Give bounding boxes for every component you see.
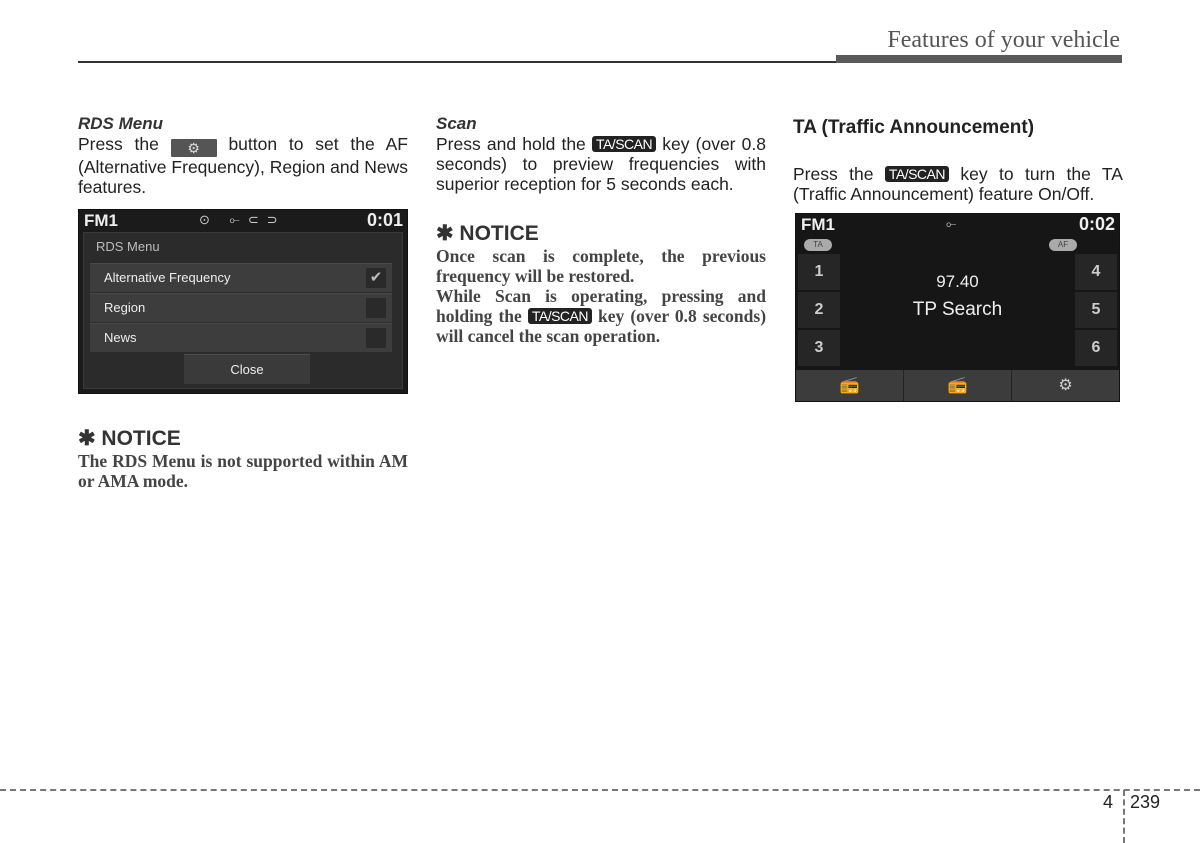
ta-indicator: TA	[804, 239, 832, 251]
header-bar	[836, 55, 1122, 63]
status-bar: FM1 ⊙ ⟜⊂⊃ 0:01	[79, 210, 407, 232]
column-ta: TA (Traffic Announcement) Press the TA/S…	[793, 116, 1123, 204]
notice-text: Once scan is complete, the previous freq…	[436, 246, 766, 286]
notice-title: ✱ NOTICE	[436, 222, 539, 245]
column-scan: Scan Press and hold the TA/SCAN key (ove…	[436, 114, 766, 346]
rds-menu-panel: RDS Menu Alternative Frequency ✔ Region …	[83, 232, 403, 389]
rds-menu-screen: FM1 ⊙ ⟜⊂⊃ 0:01 RDS Menu Alternative Freq…	[78, 209, 408, 394]
gear-icon[interactable]: ⚙	[1012, 370, 1119, 401]
radio-list-icon[interactable]: 📻	[796, 370, 904, 401]
notice-rds: ✱ NOTICE The RDS Menu is not supported w…	[78, 427, 408, 491]
section-body: Press the TA/SCAN key to turn the TA (Tr…	[793, 164, 1123, 204]
ta-scan-key-icon: TA/SCAN	[591, 136, 657, 152]
status-bar: FM1 ⟜ 0:02	[796, 214, 1119, 236]
notice-text: While Scan is operating, pressing and ho…	[436, 286, 766, 346]
clock: 0:02	[1078, 214, 1115, 234]
page-header-title: Features of your vehicle	[887, 27, 1120, 53]
option-alternative-frequency[interactable]: Alternative Frequency ✔	[90, 263, 392, 292]
notice-text: The RDS Menu is not supported within AM …	[78, 451, 408, 491]
clock: 0:01	[366, 210, 403, 230]
section-subhead: RDS Menu	[78, 114, 163, 133]
footer-dashed-rule	[0, 789, 1200, 791]
body-text: Press and hold the	[436, 134, 586, 154]
band-label: FM1	[84, 211, 118, 230]
tp-search-status: TP Search	[912, 299, 1003, 320]
band-label: FM1	[801, 215, 835, 234]
option-label: Region	[104, 300, 146, 315]
section-heading: TA (Traffic Announcement)	[793, 117, 1035, 138]
page-number: 239	[1130, 792, 1161, 812]
body-text: Press the	[793, 164, 874, 184]
column-rds-menu: RDS Menu Press the ⚙ button to set the A…	[78, 114, 408, 197]
chapter-number: 4	[1103, 792, 1114, 812]
header-rule	[78, 61, 838, 63]
section-subhead: Scan	[436, 114, 477, 133]
bottom-button-bar: 📻 📻 ⚙	[796, 370, 1119, 401]
checkbox[interactable]	[366, 298, 386, 318]
checkbox[interactable]	[366, 328, 386, 348]
preset-3-button[interactable]: 3	[798, 330, 840, 366]
status-icons: ⊙ ⟜⊂⊃	[199, 212, 286, 227]
checkbox-checked[interactable]: ✔	[366, 268, 386, 288]
option-news[interactable]: News	[90, 323, 392, 352]
preset-6-button[interactable]: 6	[1075, 330, 1117, 366]
option-region[interactable]: Region	[90, 293, 392, 322]
af-indicator: AF	[1049, 239, 1077, 251]
ta-scan-key-icon: TA/SCAN	[527, 308, 592, 324]
tp-search-screen: FM1 ⟜ 0:02 TA AF 1 2 3 4 5 6 97.40 TP Se…	[795, 213, 1120, 402]
section-body: Press and hold the TA/SCAN key (over 0.8…	[436, 134, 766, 194]
option-label: Alternative Frequency	[104, 270, 231, 285]
footer-dashed-divider	[1123, 790, 1125, 843]
gear-button-icon: ⚙	[170, 139, 217, 157]
radio-icon[interactable]: 📻	[904, 370, 1012, 401]
option-label: News	[104, 330, 137, 345]
usb-icon: ⟜	[946, 216, 965, 231]
section-body: Press the ⚙ button to set the AF (Altern…	[78, 134, 408, 197]
panel-title: RDS Menu	[96, 239, 160, 254]
body-text: Press the	[78, 134, 159, 154]
notice-scan: ✱ NOTICE Once scan is complete, the prev…	[436, 222, 766, 346]
ta-scan-key-icon: TA/SCAN	[884, 166, 949, 182]
close-button[interactable]: Close	[184, 354, 310, 384]
frequency-display: 97.40	[936, 272, 979, 291]
notice-title: ✱ NOTICE	[78, 427, 181, 450]
